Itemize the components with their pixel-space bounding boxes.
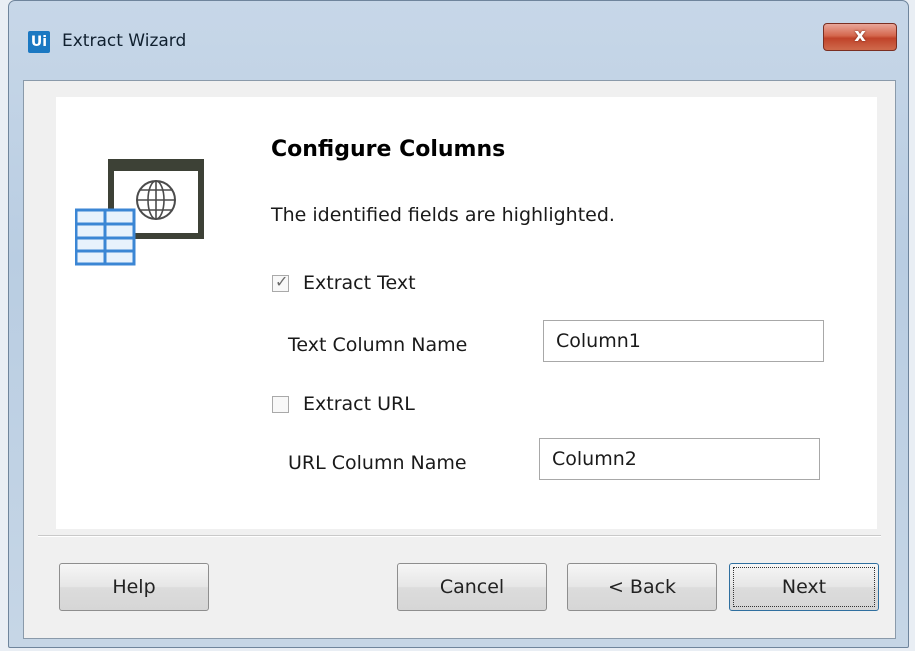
extract-text-checkbox[interactable]: ✓ (272, 271, 289, 292)
dialog-body: Configure Columns The identified fields … (23, 80, 896, 639)
uipath-logo-icon: Ui (28, 31, 50, 53)
close-button[interactable]: x (823, 23, 897, 51)
wizard-content-panel: Configure Columns The identified fields … (56, 97, 877, 529)
table-web-page-icon (75, 159, 204, 266)
help-button[interactable]: Help (59, 563, 209, 611)
page-description: The identified fields are highlighted. (271, 204, 615, 226)
focus-rectangle (733, 567, 875, 607)
extract-url-option[interactable]: Extract URL (272, 393, 415, 415)
text-column-name-label: Text Column Name (288, 334, 468, 356)
extract-url-checkbox[interactable] (272, 395, 289, 413)
next-button[interactable]: Next (729, 563, 879, 611)
extract-wizard-window: Ui Extract Wizard x Configure Columns Th… (8, 0, 909, 648)
url-column-name-input[interactable] (539, 438, 820, 480)
extract-text-label: Extract Text (303, 272, 416, 294)
url-column-name-label: URL Column Name (288, 452, 467, 474)
window-title: Extract Wizard (62, 31, 187, 51)
close-icon: x (854, 25, 866, 46)
title-bar[interactable]: Ui Extract Wizard x (9, 1, 908, 79)
text-column-name-input[interactable] (543, 320, 824, 362)
button-area-divider (38, 535, 881, 537)
checkmark-icon: ✓ (275, 271, 289, 291)
extract-text-option[interactable]: ✓ Extract Text (272, 272, 416, 294)
extract-url-label: Extract URL (303, 393, 415, 415)
back-button[interactable]: < Back (567, 563, 717, 611)
cancel-button[interactable]: Cancel (397, 563, 547, 611)
page-title: Configure Columns (271, 137, 506, 162)
